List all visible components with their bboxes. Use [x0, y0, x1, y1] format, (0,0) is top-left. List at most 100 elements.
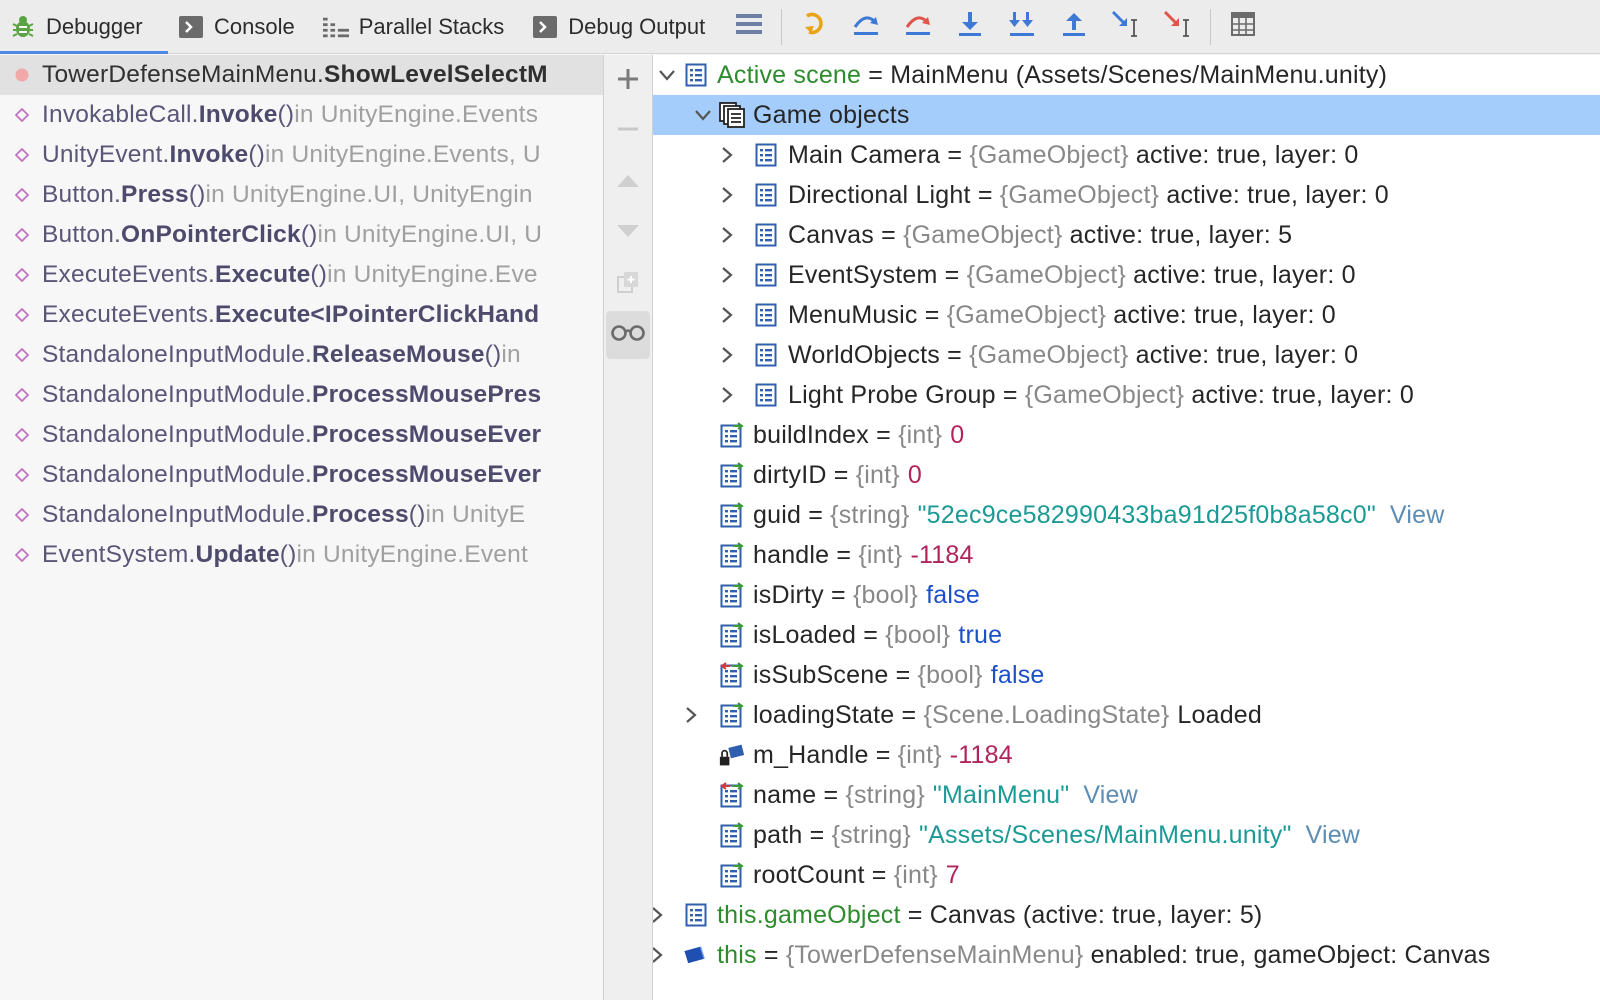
- field-row[interactable]: loadingState = {Scene.LoadingState} Loade…: [653, 695, 1600, 735]
- field-row[interactable]: guid = {string} "52ec9ce582990433ba91d25f…: [653, 495, 1600, 535]
- view-link[interactable]: View: [1083, 781, 1138, 809]
- frame-method: ProcessMousePres: [312, 381, 542, 408]
- variable-name: name: [753, 780, 817, 809]
- stack-frame[interactable]: StandaloneInputModule. ProcessMousePres: [0, 375, 603, 415]
- tab-debugger[interactable]: Debugger: [0, 0, 168, 54]
- menu-button[interactable]: [723, 0, 775, 54]
- duplicate-watch-button[interactable]: [604, 260, 652, 308]
- tab-console[interactable]: Console: [168, 0, 313, 54]
- stack-frame[interactable]: StandaloneInputModule. Process() in Unity…: [0, 495, 603, 535]
- frame-args: (): [277, 101, 295, 128]
- evaluate-expression-button[interactable]: [1217, 0, 1269, 54]
- frame-method: ProcessMouseEver: [312, 421, 542, 448]
- game-object-row[interactable]: MenuMusic = {GameObject} active: true, l…: [653, 295, 1600, 335]
- evaluate-expression-icon: [1231, 12, 1256, 41]
- variable-text: name = {string} "MainMenu" View: [753, 781, 1138, 810]
- variable-text: Light Probe Group = {GameObject} active:…: [788, 381, 1414, 410]
- chevron-right-icon[interactable]: [715, 143, 739, 167]
- stack-frame[interactable]: Button. Press() in UnityEngine.UI, UnityE…: [0, 175, 603, 215]
- field-row[interactable]: isDirty = {bool} false: [653, 575, 1600, 615]
- chevron-right-icon[interactable]: [679, 703, 703, 727]
- frame-args: (): [408, 501, 426, 528]
- stack-frame[interactable]: ExecuteEvents. Execute<IPointerClickHand: [0, 295, 603, 335]
- chevron-right-icon[interactable]: [715, 343, 739, 367]
- chevron-right-icon[interactable]: [715, 223, 739, 247]
- property-icon: [719, 542, 745, 568]
- remove-watch-button[interactable]: [604, 107, 652, 155]
- chevron-right-icon[interactable]: [715, 383, 739, 407]
- field-row[interactable]: buildIndex = {int} 0: [653, 415, 1600, 455]
- variable-type: {GameObject}: [969, 340, 1129, 369]
- chevron-down-icon[interactable]: [655, 63, 679, 87]
- variable-value: -1184: [910, 540, 974, 569]
- stack-frame[interactable]: StandaloneInputModule. ReleaseMouse() in: [0, 335, 603, 375]
- variable-name: isSubScene: [753, 660, 889, 689]
- field-row[interactable]: path = {string} "Assets/Scenes/MainMenu.u…: [653, 815, 1600, 855]
- equals-sign: =: [802, 820, 832, 849]
- stack-frame[interactable]: EventSystem. Update() in UnityEngine.Even…: [0, 535, 603, 575]
- view-link[interactable]: View: [1390, 501, 1445, 529]
- variable-value: "52ec9ce582990433ba91d25f0b8a58c0": [917, 500, 1376, 529]
- frame-args: (): [484, 341, 502, 368]
- stack-frame[interactable]: InvokableCall. Invoke() in UnityEngine.Ev…: [0, 95, 603, 135]
- current-frame[interactable]: TowerDefenseMainMenu. ShowLevelSelectM: [0, 55, 603, 95]
- chevron-right-icon[interactable]: [715, 183, 739, 207]
- chevron-right-icon[interactable]: [653, 903, 669, 927]
- this-gameobject-row[interactable]: this.gameObject = Canvas (active: true, …: [653, 895, 1600, 935]
- current-frame-dot-icon: [14, 67, 30, 83]
- force-step-into-button[interactable]: [996, 0, 1048, 54]
- show-watches-toggle[interactable]: [606, 311, 650, 359]
- game-object-row[interactable]: Directional Light = {GameObject} active:…: [653, 175, 1600, 215]
- stack-frame[interactable]: StandaloneInputModule. ProcessMouseEver: [0, 455, 603, 495]
- field-row[interactable]: isSubScene = {bool} false: [653, 655, 1600, 695]
- stack-frame[interactable]: UnityEvent. Invoke() in UnityEngine.Event…: [0, 135, 603, 175]
- glasses-icon: [611, 324, 645, 347]
- step-out-button[interactable]: [1048, 0, 1100, 54]
- tab-parallel-stacks[interactable]: Parallel Stacks: [313, 0, 523, 54]
- field-row[interactable]: dirtyID = {int} 0: [653, 455, 1600, 495]
- variable-type: {bool}: [852, 580, 919, 609]
- chevron-right-icon[interactable]: [715, 263, 739, 287]
- run-to-cursor-button[interactable]: [1100, 0, 1152, 54]
- force-run-to-cursor-button[interactable]: [1152, 0, 1204, 54]
- view-link[interactable]: View: [1306, 821, 1361, 849]
- game-object-row[interactable]: WorldObjects = {GameObject} active: true…: [653, 335, 1600, 375]
- variable-name: this: [717, 940, 757, 969]
- field-row[interactable]: m_Handle = {int} -1184: [653, 735, 1600, 775]
- move-up-button[interactable]: [604, 159, 652, 207]
- game-object-row[interactable]: Light Probe Group = {GameObject} active:…: [653, 375, 1600, 415]
- variable-value: false: [990, 660, 1045, 689]
- stack-frame[interactable]: ExecuteEvents. Execute() in UnityEngine.E…: [0, 255, 603, 295]
- frame-class: StandaloneInputModule.: [42, 341, 313, 368]
- this-row[interactable]: this = {TowerDefenseMainMenu} enabled: t…: [653, 935, 1600, 975]
- variable-value: false: [926, 580, 980, 609]
- scene-row[interactable]: Active scene = MainMenu (Assets/Scenes/M…: [653, 55, 1600, 95]
- chevron-right-icon[interactable]: [653, 943, 669, 967]
- show-execution-point-button[interactable]: [788, 0, 840, 54]
- frame-location: in: [501, 341, 521, 368]
- game-object-row[interactable]: Main Camera = {GameObject} active: true,…: [653, 135, 1600, 175]
- stack-frame[interactable]: StandaloneInputModule. ProcessMouseEver: [0, 415, 603, 455]
- force-step-over-button[interactable]: [892, 0, 944, 54]
- field-row[interactable]: handle = {int} -1184: [653, 535, 1600, 575]
- move-down-button[interactable]: [604, 209, 652, 257]
- force-step-into-icon: [1008, 11, 1036, 42]
- field-row[interactable]: rootCount = {int} 7: [653, 855, 1600, 895]
- step-over-button[interactable]: [840, 0, 892, 54]
- field-row[interactable]: isLoaded = {bool} true: [653, 615, 1600, 655]
- game-objects-row[interactable]: Game objects: [653, 95, 1600, 135]
- add-watch-button[interactable]: [604, 57, 652, 105]
- variable-name: EventSystem: [788, 260, 938, 289]
- equals-sign: =: [868, 420, 899, 449]
- variable-type: {string}: [845, 780, 925, 809]
- equals-sign: =: [937, 260, 967, 289]
- tab-debug-output[interactable]: Debug Output: [522, 0, 723, 54]
- game-object-row[interactable]: EventSystem = {GameObject} active: true,…: [653, 255, 1600, 295]
- field-row[interactable]: name = {string} "MainMenu" View: [653, 775, 1600, 815]
- variable-text: Active scene = MainMenu (Assets/Scenes/M…: [717, 61, 1387, 90]
- game-object-row[interactable]: Canvas = {GameObject} active: true, laye…: [653, 215, 1600, 255]
- step-into-button[interactable]: [944, 0, 996, 54]
- chevron-right-icon[interactable]: [715, 303, 739, 327]
- stack-frame[interactable]: Button. OnPointerClick() in UnityEngine.U…: [0, 215, 603, 255]
- chevron-down-icon[interactable]: [691, 103, 715, 127]
